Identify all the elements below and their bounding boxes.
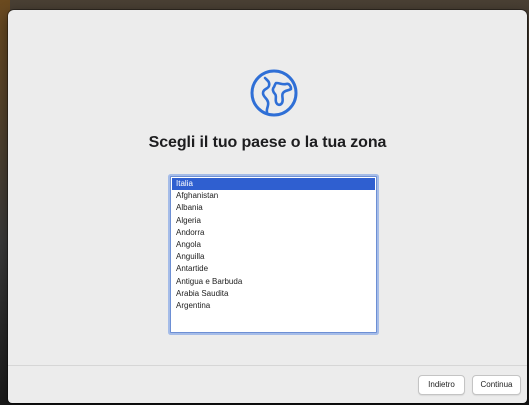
footer-divider xyxy=(8,365,527,366)
country-item[interactable]: Anguilla xyxy=(171,251,376,263)
country-item[interactable]: Arabia Saudita xyxy=(171,288,376,300)
country-item[interactable]: Andorra xyxy=(171,227,376,239)
country-item[interactable]: Argentina xyxy=(171,300,376,312)
country-item-selected[interactable]: Italia xyxy=(172,178,375,191)
country-item[interactable]: Afghanistan xyxy=(171,190,376,202)
back-button[interactable]: Indietro xyxy=(418,375,465,395)
country-item[interactable]: Antigua e Barbuda xyxy=(171,276,376,288)
country-item[interactable]: Antartide xyxy=(171,263,376,275)
country-item[interactable]: Albania xyxy=(171,202,376,214)
continue-button[interactable]: Continua xyxy=(472,375,521,395)
globe-icon xyxy=(248,67,300,119)
setup-assistant-window: Scegli il tuo paese o la tua zona Italia… xyxy=(8,10,527,403)
page-title: Scegli il tuo paese o la tua zona xyxy=(148,134,387,151)
country-list[interactable]: Italia Afghanistan Albania Algeria Andorra An… xyxy=(170,176,377,333)
country-item[interactable]: Algeria xyxy=(171,215,376,227)
country-item[interactable]: Angola xyxy=(171,239,376,251)
